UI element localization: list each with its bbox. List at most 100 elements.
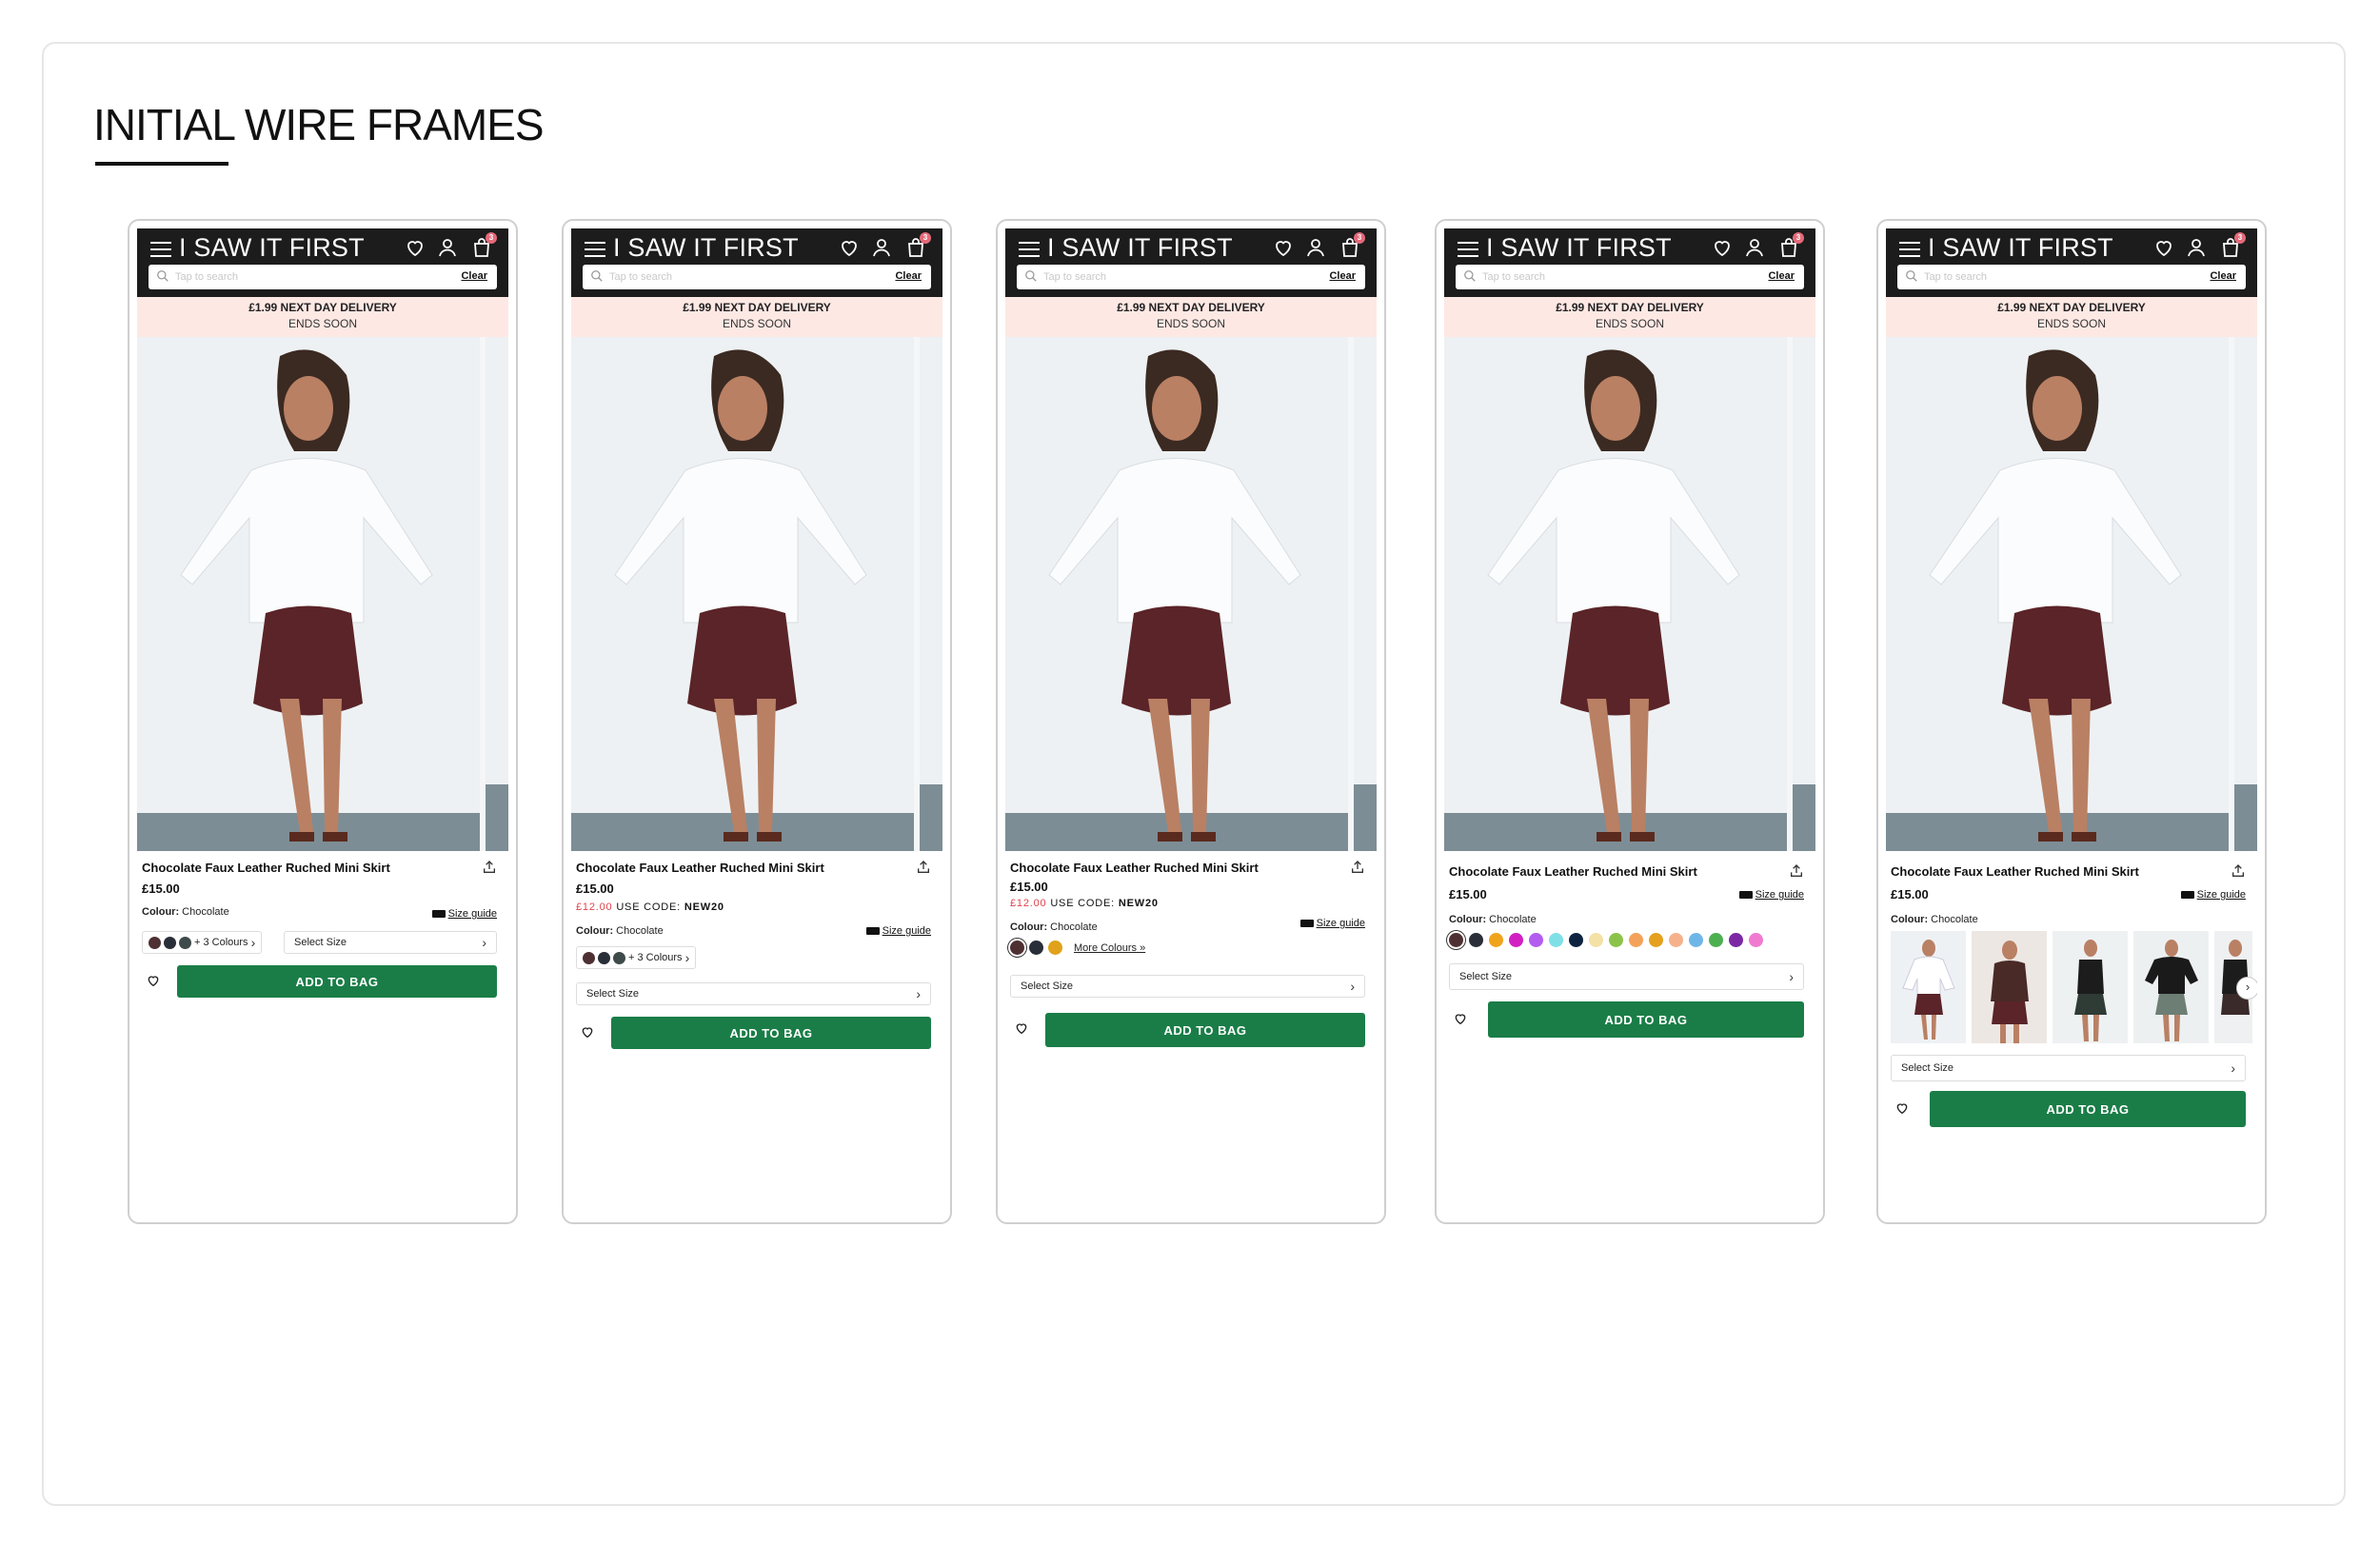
share-icon[interactable] bbox=[2231, 862, 2246, 880]
colour-swatch[interactable] bbox=[1529, 933, 1543, 947]
heart-icon[interactable] bbox=[2152, 236, 2175, 259]
search-bar[interactable]: Clear bbox=[1017, 265, 1365, 289]
colour-swatch[interactable] bbox=[1489, 933, 1503, 947]
promo-banner[interactable]: £1.99 NEXT DAY DELIVERY ENDS SOON bbox=[1886, 297, 2257, 337]
brand-logo[interactable]: I SAW IT FIRST bbox=[1486, 233, 1672, 263]
account-icon[interactable] bbox=[870, 236, 893, 259]
clear-search-link[interactable]: Clear bbox=[1768, 270, 1795, 282]
brand-logo[interactable]: I SAW IT FIRST bbox=[1047, 233, 1233, 263]
heart-icon[interactable] bbox=[838, 236, 861, 259]
clear-search-link[interactable]: Clear bbox=[895, 270, 922, 282]
cart-icon[interactable]: 3 bbox=[2219, 232, 2246, 259]
next-photo-peek[interactable] bbox=[486, 337, 508, 851]
colour-swatch[interactable] bbox=[1469, 933, 1483, 947]
thumbnail-next-arrow-icon[interactable]: › bbox=[2236, 977, 2257, 1000]
colour-swatch[interactable] bbox=[1749, 933, 1763, 947]
colour-swatch-selector[interactable]: + 3 Colours › bbox=[142, 931, 263, 954]
colour-swatch[interactable] bbox=[1609, 933, 1623, 947]
account-icon[interactable] bbox=[2185, 236, 2208, 259]
account-icon[interactable] bbox=[1743, 236, 1766, 259]
size-guide-link[interactable]: Size guide bbox=[2180, 889, 2246, 901]
product-image-carousel[interactable] bbox=[1886, 337, 2257, 851]
wishlist-heart-icon[interactable] bbox=[579, 1024, 596, 1040]
account-icon[interactable] bbox=[436, 236, 459, 259]
more-colours-link[interactable]: More Colours » bbox=[1074, 942, 1145, 954]
brand-logo[interactable]: I SAW IT FIRST bbox=[1928, 233, 2113, 263]
search-bar[interactable]: Clear bbox=[1897, 265, 2246, 289]
share-icon[interactable] bbox=[916, 859, 931, 876]
variant-thumbnail[interactable] bbox=[2053, 931, 2128, 1043]
heart-icon[interactable] bbox=[1711, 236, 1734, 259]
select-size-dropdown[interactable]: Select Size › bbox=[1449, 963, 1804, 990]
search-bar[interactable]: Clear bbox=[149, 265, 497, 289]
brand-logo[interactable]: I SAW IT FIRST bbox=[179, 233, 365, 263]
select-size-dropdown[interactable]: Select Size › bbox=[576, 982, 931, 1005]
hamburger-menu-icon[interactable] bbox=[1019, 242, 1040, 257]
colour-swatch[interactable] bbox=[179, 936, 191, 949]
add-to-bag-button[interactable]: ADD TO BAG bbox=[611, 1017, 931, 1049]
product-image-carousel[interactable] bbox=[1005, 337, 1377, 851]
cart-icon[interactable]: 3 bbox=[1339, 232, 1365, 259]
promo-banner[interactable]: £1.99 NEXT DAY DELIVERY ENDS SOON bbox=[571, 297, 942, 337]
size-guide-link[interactable]: Size guide bbox=[865, 925, 931, 937]
cart-icon[interactable]: 3 bbox=[470, 232, 497, 259]
search-bar[interactable]: Clear bbox=[1456, 265, 1804, 289]
search-bar[interactable]: Clear bbox=[583, 265, 931, 289]
brand-logo[interactable]: I SAW IT FIRST bbox=[613, 233, 799, 263]
promo-banner[interactable]: £1.99 NEXT DAY DELIVERY ENDS SOON bbox=[1444, 297, 1815, 337]
colour-swatch[interactable] bbox=[164, 936, 176, 949]
hamburger-menu-icon[interactable] bbox=[1458, 242, 1478, 257]
size-guide-link[interactable]: Size guide bbox=[1738, 889, 1804, 901]
size-guide-link[interactable]: Size guide bbox=[431, 908, 497, 920]
select-size-dropdown[interactable]: Select Size › bbox=[1010, 975, 1365, 998]
search-input[interactable] bbox=[1924, 267, 2133, 287]
colour-swatch[interactable] bbox=[1048, 941, 1062, 955]
colour-swatch[interactable] bbox=[1709, 933, 1723, 947]
wishlist-heart-icon[interactable] bbox=[1452, 1011, 1469, 1026]
add-to-bag-button[interactable]: ADD TO BAG bbox=[1045, 1013, 1365, 1047]
promo-banner[interactable]: £1.99 NEXT DAY DELIVERY ENDS SOON bbox=[137, 297, 508, 337]
colour-swatch[interactable] bbox=[1669, 933, 1683, 947]
search-input[interactable] bbox=[609, 267, 819, 287]
search-input[interactable] bbox=[1482, 267, 1692, 287]
search-input[interactable] bbox=[175, 267, 385, 287]
colour-swatch[interactable] bbox=[1649, 933, 1663, 947]
promo-banner[interactable]: £1.99 NEXT DAY DELIVERY ENDS SOON bbox=[1005, 297, 1377, 337]
colour-swatch[interactable] bbox=[1029, 941, 1043, 955]
product-image-carousel[interactable] bbox=[137, 337, 508, 851]
account-icon[interactable] bbox=[1304, 236, 1327, 259]
wishlist-heart-icon[interactable] bbox=[1894, 1100, 1911, 1116]
colour-swatch[interactable] bbox=[1569, 933, 1583, 947]
product-image-carousel[interactable] bbox=[571, 337, 942, 851]
share-icon[interactable] bbox=[1789, 862, 1804, 880]
variant-thumbnail[interactable] bbox=[1891, 931, 1966, 1043]
wishlist-heart-icon[interactable] bbox=[1013, 1020, 1030, 1036]
colour-swatch[interactable] bbox=[1729, 933, 1743, 947]
colour-swatch-selector[interactable]: + 3 Colours › bbox=[576, 946, 697, 969]
select-size-dropdown[interactable]: Select Size › bbox=[284, 931, 497, 954]
colour-swatch[interactable] bbox=[1589, 933, 1603, 947]
clear-search-link[interactable]: Clear bbox=[1329, 270, 1356, 282]
clear-search-link[interactable]: Clear bbox=[2210, 270, 2236, 282]
colour-swatch[interactable] bbox=[1689, 933, 1703, 947]
cart-icon[interactable]: 3 bbox=[1777, 232, 1804, 259]
variant-thumbnail[interactable] bbox=[1972, 931, 2047, 1043]
select-size-dropdown[interactable]: Select Size › bbox=[1891, 1055, 2246, 1081]
wishlist-heart-icon[interactable] bbox=[145, 973, 162, 988]
variant-thumbnail[interactable] bbox=[2133, 931, 2209, 1043]
size-guide-link[interactable]: Size guide bbox=[1299, 918, 1365, 929]
colour-swatch[interactable] bbox=[1509, 933, 1523, 947]
hamburger-menu-icon[interactable] bbox=[585, 242, 605, 257]
colour-swatch[interactable] bbox=[1549, 933, 1563, 947]
add-to-bag-button[interactable]: ADD TO BAG bbox=[1930, 1091, 2246, 1127]
heart-icon[interactable] bbox=[1272, 236, 1295, 259]
add-to-bag-button[interactable]: ADD TO BAG bbox=[1488, 1001, 1804, 1038]
colour-swatch[interactable] bbox=[613, 951, 625, 964]
next-photo-peek[interactable] bbox=[920, 337, 942, 851]
add-to-bag-button[interactable]: ADD TO BAG bbox=[177, 965, 497, 998]
next-photo-peek[interactable] bbox=[1354, 337, 1377, 851]
colour-swatch[interactable] bbox=[598, 951, 610, 964]
cart-icon[interactable]: 3 bbox=[904, 232, 931, 259]
share-icon[interactable] bbox=[482, 859, 497, 876]
next-photo-peek[interactable] bbox=[1793, 337, 1815, 851]
